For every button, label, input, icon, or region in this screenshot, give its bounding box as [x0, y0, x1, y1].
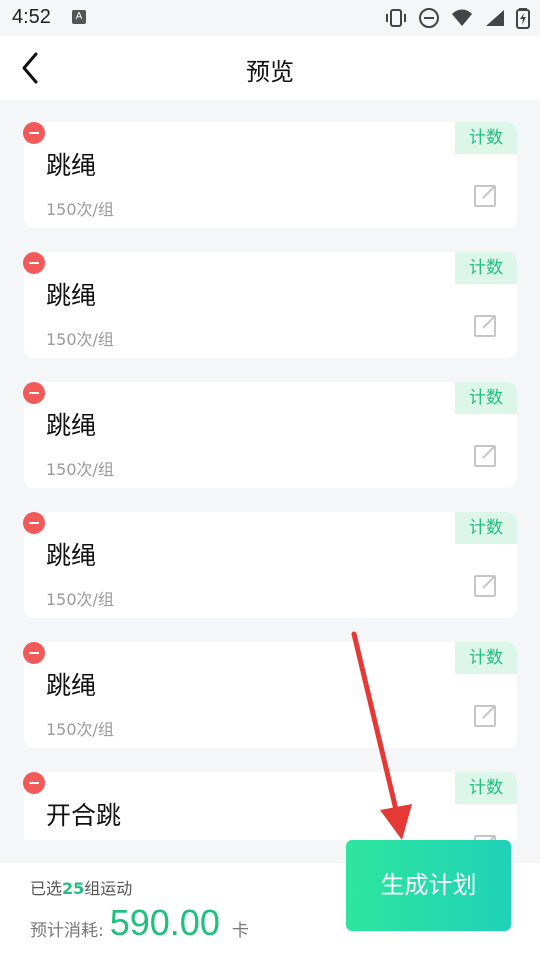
summary-bar: 已选25组运动 预计消耗: 590.00 卡 — [0, 863, 333, 960]
estimate-label: 预计消耗: — [30, 921, 104, 941]
edit-icon[interactable] — [473, 572, 499, 598]
signal-icon — [486, 10, 504, 26]
estimate-unit: 卡 — [231, 921, 249, 941]
remove-icon[interactable] — [23, 382, 45, 404]
exercise-name: 跳绳 — [46, 411, 97, 440]
notification-icon: A — [72, 10, 86, 24]
page-title: 预览 — [246, 58, 294, 86]
exercise-reps: 150次/组 — [46, 590, 114, 609]
edit-icon[interactable] — [473, 312, 499, 338]
exercise-name: 跳绳 — [46, 541, 97, 570]
count-tag: 计数 — [455, 512, 517, 544]
status-bar: 4:52 A — [0, 0, 540, 36]
status-icons — [384, 7, 530, 29]
edit-icon[interactable] — [473, 442, 499, 468]
count-tag: 计数 — [455, 122, 517, 154]
remove-icon[interactable] — [23, 772, 45, 794]
exercise-name: 跳绳 — [46, 281, 97, 310]
wifi-icon — [452, 9, 472, 26]
exercise-card: 计数 跳绳 150次/组 — [23, 122, 517, 228]
remove-icon[interactable] — [23, 252, 45, 274]
exercise-card: 计数 跳绳 150次/组 — [23, 642, 517, 748]
vibrate-icon — [386, 9, 406, 27]
selected-prefix: 已选 — [30, 879, 63, 898]
battery-icon — [516, 8, 530, 29]
exercise-reps: 150次/组 — [46, 460, 114, 479]
exercise-reps: 150次/组 — [46, 330, 114, 349]
exercise-name: 跳绳 — [46, 671, 97, 700]
exercise-reps: 150次/组 — [46, 200, 114, 219]
dnd-icon — [419, 8, 439, 28]
calorie-estimate: 预计消耗: 590.00 卡 — [30, 902, 249, 943]
selected-suffix: 组运动 — [84, 879, 133, 898]
status-time: 4:52 — [12, 6, 51, 28]
remove-icon[interactable] — [23, 122, 45, 144]
count-tag: 计数 — [455, 382, 517, 414]
edit-icon[interactable] — [473, 832, 499, 840]
count-tag: 计数 — [455, 642, 517, 674]
estimate-value: 590.00 — [109, 902, 220, 943]
edit-icon[interactable] — [473, 182, 499, 208]
exercise-reps: 150次/组 — [46, 720, 114, 739]
exercise-name: 跳绳 — [46, 151, 97, 180]
remove-icon[interactable] — [23, 642, 45, 664]
selected-summary: 已选25组运动 — [30, 875, 132, 899]
exercise-card: 计数 开合跳 — [23, 772, 517, 840]
header: 预览 — [0, 36, 540, 100]
exercise-card: 计数 跳绳 150次/组 — [23, 252, 517, 358]
count-tag: 计数 — [455, 252, 517, 284]
selected-count: 25 — [62, 879, 85, 898]
edit-icon[interactable] — [473, 702, 499, 728]
exercise-card: 计数 跳绳 150次/组 — [23, 512, 517, 618]
generate-plan-button[interactable]: 生成计划 — [346, 840, 511, 931]
exercise-name: 开合跳 — [46, 801, 122, 830]
count-tag: 计数 — [455, 772, 517, 804]
exercise-list: 计数 跳绳 150次/组 计数 跳绳 150次/组 计数 跳绳 150次/组 计… — [0, 110, 540, 840]
exercise-card: 计数 跳绳 150次/组 — [23, 382, 517, 488]
remove-icon[interactable] — [23, 512, 45, 534]
